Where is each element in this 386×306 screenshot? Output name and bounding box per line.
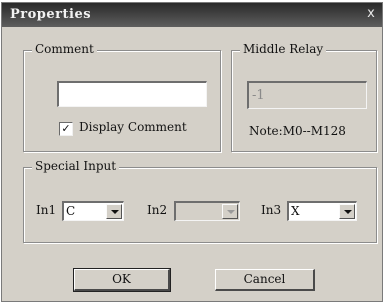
chevron-down-icon[interactable] bbox=[339, 204, 355, 219]
middle-relay-note: Note:M0--M128 bbox=[249, 124, 346, 138]
close-button[interactable]: x bbox=[363, 6, 379, 22]
special-input-group: Special Input In1 C In2 In3 X bbox=[23, 159, 377, 243]
properties-dialog: Properties x Comment ✓ Display Comment M… bbox=[1, 2, 383, 302]
in3-select[interactable]: X bbox=[287, 201, 357, 221]
window-title: Properties bbox=[10, 7, 92, 22]
comment-group: Comment ✓ Display Comment bbox=[23, 42, 221, 152]
middle-relay-input[interactable]: -1 bbox=[247, 81, 367, 109]
ok-button[interactable]: OK bbox=[73, 268, 171, 292]
in1-value: C bbox=[66, 204, 76, 218]
in1-select[interactable]: C bbox=[62, 201, 124, 221]
display-comment-checkbox[interactable]: ✓ bbox=[59, 122, 73, 136]
in3-value: X bbox=[291, 204, 300, 218]
display-comment-label[interactable]: Display Comment bbox=[79, 120, 187, 134]
special-input-group-label: Special Input bbox=[32, 159, 120, 173]
chevron-down-icon[interactable] bbox=[222, 204, 238, 219]
comment-input[interactable] bbox=[57, 81, 207, 107]
in2-select[interactable] bbox=[174, 201, 240, 221]
in3-label: In3 bbox=[261, 203, 282, 217]
in2-label: In2 bbox=[147, 203, 168, 217]
title-bar[interactable]: Properties x bbox=[2, 3, 382, 27]
cancel-button[interactable]: Cancel bbox=[215, 269, 315, 291]
chevron-down-icon[interactable] bbox=[106, 204, 122, 219]
middle-relay-group-label: Middle Relay bbox=[240, 42, 327, 56]
comment-group-label: Comment bbox=[32, 42, 97, 56]
in1-label: In1 bbox=[36, 203, 57, 217]
middle-relay-group: Middle Relay -1 Note:M0--M128 bbox=[231, 42, 377, 152]
